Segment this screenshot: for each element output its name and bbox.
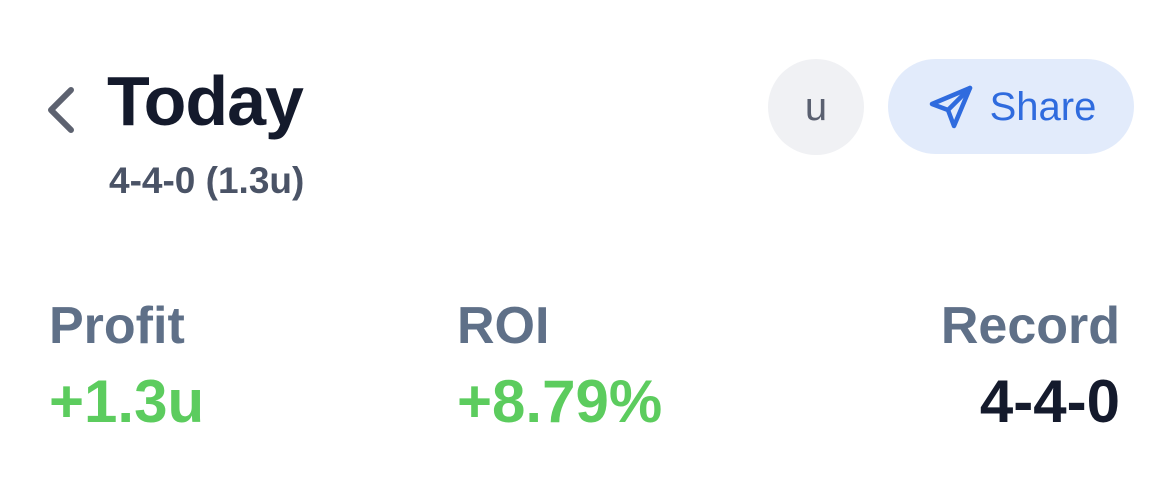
share-button-label: Share	[989, 84, 1097, 129]
unit-toggle-label: u	[804, 84, 828, 129]
unit-toggle-button[interactable]: u	[768, 59, 864, 155]
profit-stat: Profit +1.3u	[49, 300, 204, 432]
profit-value: +1.3u	[49, 368, 205, 435]
roi-stat: ROI +8.79%	[457, 300, 662, 432]
record-label: Record	[940, 297, 1120, 355]
page-title: Today	[107, 62, 304, 140]
back-button[interactable]	[30, 70, 90, 150]
summary-screen: Today 4-4-0 (1.3u) u Share Profit +1.3u …	[0, 0, 1170, 488]
record-summary: 4-4-0 (1.3u)	[109, 160, 305, 201]
chevron-left-icon	[48, 87, 74, 133]
record-value: 4-4-0	[979, 368, 1120, 435]
roi-value: +8.79%	[457, 368, 663, 435]
record-stat: Record 4-4-0	[941, 300, 1120, 432]
profit-label: Profit	[49, 297, 185, 355]
paper-plane-icon	[929, 85, 972, 128]
roi-label: ROI	[457, 297, 550, 355]
share-button[interactable]: Share	[888, 59, 1134, 154]
